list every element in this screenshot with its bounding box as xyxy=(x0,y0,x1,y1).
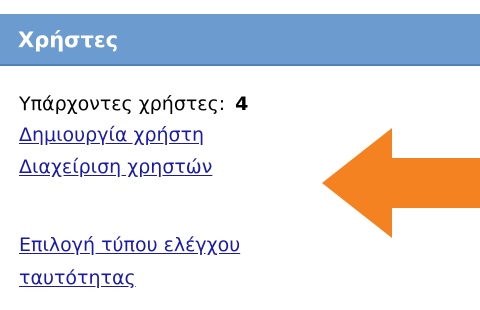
create-user-link[interactable]: Δημιουργία χρήστη xyxy=(19,124,204,146)
existing-users-count: 4 xyxy=(235,93,249,115)
manage-users-link[interactable]: Διαχείριση χρηστών xyxy=(19,156,212,178)
manage-users-row: Διαχείριση χρηστών xyxy=(19,155,212,179)
left-arrow-icon xyxy=(322,128,480,238)
auth-type-link[interactable]: Επιλογή τύπου ελέγχου xyxy=(19,234,240,256)
panel-title: Χρήστες xyxy=(18,28,119,52)
panel-header: Χρήστες xyxy=(0,14,480,66)
create-user-row: Δημιουργία χρήστη xyxy=(19,123,204,147)
auth-type-link-continued[interactable]: ταυτότητας xyxy=(19,267,136,289)
auth-type-row-2: ταυτότητας xyxy=(19,266,136,290)
auth-type-row-1: Επιλογή τύπου ελέγχου xyxy=(19,233,240,257)
existing-users-label: Υπάρχοντες χρήστες: xyxy=(19,93,226,115)
existing-users-row: Υπάρχοντες χρήστες: 4 xyxy=(19,92,248,116)
